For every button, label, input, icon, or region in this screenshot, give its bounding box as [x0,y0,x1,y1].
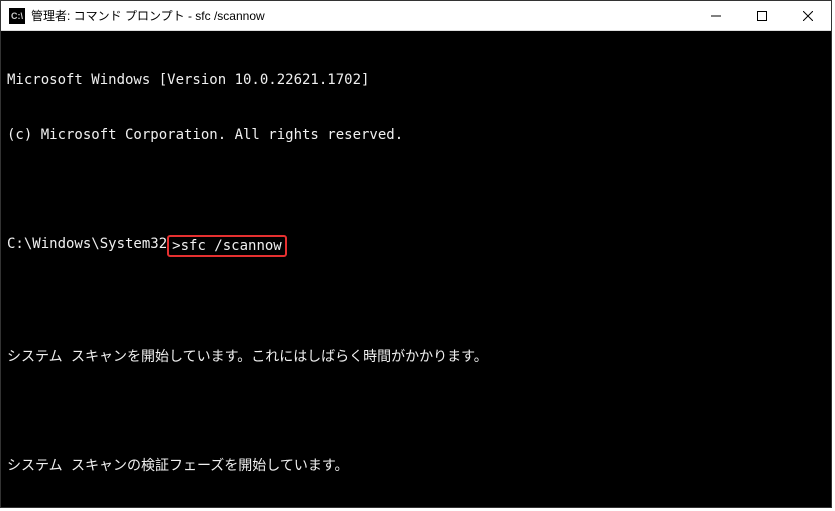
terminal-area[interactable]: Microsoft Windows [Version 10.0.22621.17… [1,31,831,507]
window-controls [693,1,831,30]
close-icon [803,11,813,21]
minimize-button[interactable] [693,1,739,30]
cmd-icon-text: C:\ [11,11,23,21]
copyright-line: (c) Microsoft Corporation. All rights re… [7,126,825,144]
minimize-icon [711,11,721,21]
version-line: Microsoft Windows [Version 10.0.22621.17… [7,71,825,89]
blank-line [7,294,825,312]
blank-line [7,181,825,199]
maximize-icon [757,11,767,21]
maximize-button[interactable] [739,1,785,30]
command-text: sfc /scannow [181,238,282,254]
prompt-path: C:\Windows\System32 [7,235,167,253]
command-prompt-window: C:\ 管理者: コマンド プロンプト - sfc /scannow [0,0,832,508]
prompt-symbol: > [172,238,180,254]
cmd-icon: C:\ [9,8,25,24]
titlebar[interactable]: C:\ 管理者: コマンド プロンプト - sfc /scannow [1,1,831,31]
window-title: 管理者: コマンド プロンプト - sfc /scannow [31,7,693,24]
command-highlight: >sfc /scannow [167,235,287,257]
output-line-1: システム スキャンを開始しています。これにはしばらく時間がかかります。 [7,348,825,366]
blank-line [7,403,825,421]
close-button[interactable] [785,1,831,30]
output-line-2: システム スキャンの検証フェーズを開始しています。 [7,457,825,475]
prompt-line: C:\Windows\System32>sfc /scannow [7,235,825,257]
